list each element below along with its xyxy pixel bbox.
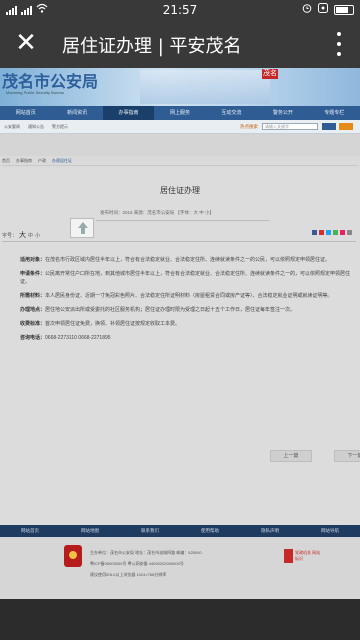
nav-item-news[interactable]: 新闻资讯	[51, 106, 102, 120]
breadcrumb-item[interactable]: 办事指南	[16, 158, 32, 164]
gov-badge-text: 党政机关 网站标识	[295, 550, 321, 561]
web-content: 茂名市公安局 Maoming Public Security Bureau 茂名…	[0, 68, 360, 640]
site-logo-subtitle: Maoming Public Security Bureau	[6, 90, 65, 95]
more-options-icon[interactable]	[336, 32, 342, 56]
paragraph-label: 咨询电话：	[20, 335, 46, 341]
subnav-link[interactable]: 公安要闻	[4, 124, 20, 130]
footer-link[interactable]: 网站导航	[300, 525, 360, 537]
share-icon[interactable]	[326, 230, 331, 235]
site-logo[interactable]: 茂名市公安局 Maoming Public Security Bureau	[2, 68, 120, 100]
share-icon[interactable]	[340, 230, 345, 235]
page-bottom	[0, 599, 360, 640]
breadcrumb-item[interactable]: 首页	[2, 158, 10, 164]
advanced-search-button[interactable]	[339, 123, 353, 130]
footer-line: 建议使用IE8.0以上浏览器 1024×768分辨率	[90, 572, 167, 577]
article-pager: 上一篇 下一篇	[270, 450, 360, 462]
close-icon[interactable]: ✕	[12, 30, 40, 58]
page-title: 居住证办理 | 平安茂名	[62, 36, 242, 57]
footer-info: 主办单位：茂名市公安局 地址：茂名市油城四路 邮编：525000 粤ICP备05…	[90, 547, 270, 580]
notification-icon	[318, 3, 328, 16]
spacer-band	[0, 134, 360, 156]
footer-line: 主办单位：茂名市公安局 地址：茂名市油城四路 邮编：525000	[90, 550, 202, 555]
divider	[96, 220, 270, 221]
paragraph-text: 居住地公安派出所或受委托的社区服务机构；居住证办理时限为受理之日起十五个工作日，…	[45, 307, 296, 313]
subnav-links: 公安要闻 通知公告 警方提示	[4, 124, 68, 130]
share-icon[interactable]	[319, 230, 324, 235]
share-icon[interactable]	[347, 230, 352, 235]
sub-nav: 公安要闻 通知公告 警方提示 热点搜索 请输入关键字	[0, 120, 360, 134]
paragraph-label: 适用对象：	[20, 257, 46, 263]
article-paragraph: 咨询电话：0668-2273110 0668-2271895	[20, 334, 356, 342]
subnav-link[interactable]: 通知公告	[28, 124, 44, 130]
gov-badge-icon	[284, 549, 293, 563]
breadcrumb: 首页 办事指南 户政 办理居住证	[2, 156, 358, 166]
article-meta: 发布时间：2016 来源：茂名市公安局 【字体：大 中 小】	[100, 210, 215, 215]
share-icon[interactable]	[312, 230, 317, 235]
paragraph-text: 公民离开常住户口所在地，到其他城市居住半年以上，符合有合法稳定就业、合法稳定住所…	[20, 271, 351, 285]
font-size-label: 字号：	[2, 232, 18, 239]
nav-item-special[interactable]: 专题专栏	[309, 106, 360, 120]
nav-item-interaction[interactable]: 互动交流	[206, 106, 257, 120]
status-bar: 21:57	[0, 0, 360, 20]
alarm-icon	[302, 3, 312, 16]
site-footer: 主办单位：茂名市公安局 地址：茂名市油城四路 邮编：525000 粤ICP备05…	[0, 537, 360, 599]
subnav-link[interactable]: 警方提示	[52, 124, 68, 130]
article-paragraph: 办理地点：居住地公安派出所或受委托的社区服务机构；居住证办理时限为受理之日起十五…	[20, 306, 356, 314]
search-button[interactable]	[322, 123, 336, 130]
webview-titlebar: ✕ 居住证办理 | 平安茂名	[0, 20, 360, 68]
paragraph-label: 办理地点：	[20, 307, 46, 313]
article-paragraph: 所需材料：本人居民身份证、近期一寸免冠彩色照片、合法稳定住所证明材料（房屋租赁合…	[20, 292, 356, 300]
font-size-control: 字号： 大 中 小	[2, 230, 40, 240]
next-article-button[interactable]: 下一篇	[334, 450, 360, 462]
article-title: 居住证办理	[160, 186, 200, 195]
article-body: 适用对象：在茂名市行政区域内居住半年以上，符合有合法稳定就业、合法稳定住所、连续…	[20, 256, 356, 348]
site-banner: 茂名市公安局 Maoming Public Security Bureau 茂名	[0, 68, 360, 106]
footer-line: 粤ICP备05000000号 粤公网安备 44090202000000号	[90, 561, 184, 566]
battery-icon	[334, 4, 354, 15]
article: 居住证办理 发布时间：2016 来源：茂名市公安局 【字体：大 中 小】 字号：…	[0, 168, 360, 528]
font-size-large[interactable]: 大	[19, 230, 26, 240]
paragraph-text: 首次申领居住证免费，换领、补领居住证按规定收取工本费。	[45, 321, 181, 327]
divider	[2, 241, 356, 242]
paragraph-label: 所需材料：	[20, 293, 46, 299]
article-paragraph: 收费标准：首次申领居住证免费，换领、补领居住证按规定收取工本费。	[20, 320, 356, 328]
footer-link[interactable]: 网站地图	[60, 525, 120, 537]
article-paragraph: 适用对象：在茂名市行政区域内居住半年以上，符合有合法稳定就业、合法稳定住所、连续…	[20, 256, 356, 264]
footer-link[interactable]: 隐私声明	[240, 525, 300, 537]
share-upload-icon[interactable]	[70, 218, 94, 238]
nav-item-home[interactable]: 网站首页	[0, 106, 51, 120]
status-right	[302, 3, 354, 16]
banner-tag: 茂名	[262, 69, 278, 79]
banner-image	[140, 70, 270, 104]
share-icon[interactable]	[333, 230, 338, 235]
police-emblem-icon	[64, 545, 82, 567]
footer-nav: 网站首页 网站地图 联系我们 使用帮助 隐私声明 网站导航	[0, 525, 360, 537]
footer-link[interactable]: 联系我们	[120, 525, 180, 537]
search-input[interactable]: 请输入关键字	[262, 123, 318, 130]
article-paragraph: 申请条件：公民离开常住户口所在地，到其他城市居住半年以上，符合有合法稳定就业、合…	[20, 270, 356, 286]
breadcrumb-item[interactable]: 户政	[38, 158, 46, 164]
paragraph-text: 本人居民身份证、近期一寸免冠彩色照片、合法稳定住所证明材料（房屋租赁合同或房产证…	[45, 293, 333, 299]
prev-article-button[interactable]: 上一篇	[270, 450, 312, 462]
main-nav: 网站首页 新闻资讯 办事指南 网上服务 互动交流 警务公开 专题专栏	[0, 106, 360, 120]
paragraph-text: 0668-2273110 0668-2271895	[45, 335, 111, 341]
breadcrumb-current: 办理居住证	[52, 157, 72, 163]
gov-site-badge[interactable]: 党政机关 网站标识	[284, 549, 320, 565]
footer-link[interactable]: 使用帮助	[180, 525, 240, 537]
nav-item-guide[interactable]: 办事指南	[102, 106, 155, 120]
footer-link[interactable]: 网站首页	[0, 525, 60, 537]
paragraph-text: 在茂名市行政区域内居住半年以上，符合有合法稳定就业、合法稳定住所、连续就读条件之…	[45, 257, 331, 263]
paragraph-label: 申请条件：	[20, 271, 46, 277]
font-size-small[interactable]: 小	[35, 232, 40, 239]
paragraph-label: 收费标准：	[20, 321, 46, 327]
nav-item-disclosure[interactable]: 警务公开	[257, 106, 308, 120]
site-logo-text: 茂名市公安局	[2, 74, 99, 91]
share-buttons	[312, 230, 352, 235]
hot-search-label: 热点搜索	[240, 124, 258, 129]
nav-item-online[interactable]: 网上服务	[154, 106, 205, 120]
font-size-medium[interactable]: 中	[28, 232, 33, 239]
